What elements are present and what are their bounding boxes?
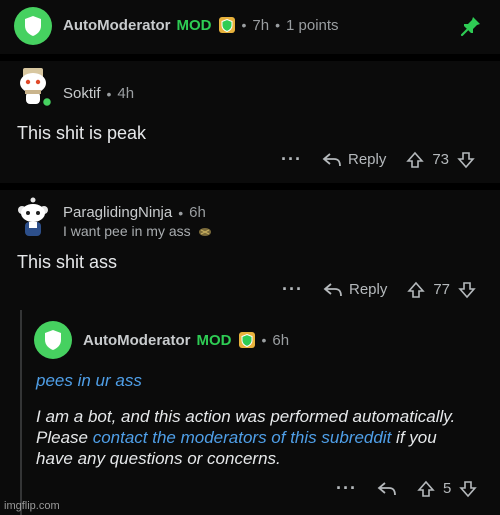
timestamp: 6h <box>272 331 290 349</box>
downvote-button[interactable] <box>459 480 478 498</box>
username[interactable]: ParaglidingNinja <box>63 204 172 221</box>
more-options-icon[interactable]: ··· <box>282 279 303 300</box>
comment-body: This shit ass <box>17 252 118 272</box>
reply-label: Reply <box>347 151 387 168</box>
mod-badge: MOD <box>196 331 232 349</box>
username[interactable]: Soktif <box>63 85 101 102</box>
comment-meta: Soktif • 4h <box>63 85 134 102</box>
separator-dot: • <box>275 17 280 33</box>
comment-actions: ··· Reply 73 <box>281 149 475 170</box>
separator-dot: • <box>241 17 247 33</box>
timestamp: 4h <box>117 85 135 102</box>
contact-moderators-link[interactable]: contact the moderators of this subreddit <box>93 428 392 447</box>
downvote-button[interactable] <box>457 151 475 169</box>
points-count: 1 points <box>286 16 339 34</box>
reply-arrow-icon <box>322 152 341 166</box>
upvote-icon <box>407 281 426 298</box>
user-avatar[interactable] <box>13 66 53 108</box>
automod-avatar[interactable] <box>14 7 52 45</box>
more-options-icon[interactable]: ··· <box>281 149 302 170</box>
flair-text: I want pee in my ass <box>63 223 191 239</box>
snoo-avatar-icon <box>18 197 48 236</box>
vote-count: 5 <box>442 480 452 497</box>
mod-shield-icon <box>218 17 235 33</box>
username[interactable]: AutoModerator <box>83 332 191 349</box>
reply-button[interactable]: Reply <box>322 151 386 168</box>
separator-dot: • <box>261 332 267 348</box>
shield-icon <box>45 330 61 350</box>
pin-icon[interactable] <box>460 15 482 37</box>
timestamp: 7h <box>252 16 270 34</box>
reply-label: Reply <box>348 281 388 298</box>
automod-pinned-comment: AutoModerator MOD • 7h • 1 points <box>0 0 500 54</box>
downvote-button[interactable] <box>458 281 476 299</box>
comment-meta: ParaglidingNinja • 6h <box>63 204 206 221</box>
upvote-button[interactable] <box>417 480 435 498</box>
separator-dot: • <box>106 85 112 102</box>
automod-avatar[interactable] <box>34 321 72 359</box>
username[interactable]: AutoModerator <box>63 17 171 34</box>
upvote-button[interactable] <box>407 281 426 299</box>
comment-soktif: Soktif • 4h This shit is peak ··· Reply … <box>0 61 500 183</box>
comment-body: This shit is peak <box>17 123 147 143</box>
comment-actions: ··· 5 <box>336 478 478 499</box>
comment-ninja: ParaglidingNinja • 6h I want pee in my a… <box>0 190 500 515</box>
timestamp: 6h <box>189 204 206 221</box>
upvote-button[interactable] <box>406 151 425 169</box>
reply-arrow-icon <box>377 481 396 495</box>
watermark: imgflip.com <box>4 500 60 512</box>
thread-line[interactable] <box>20 310 22 515</box>
comment-body: I am a bot, and this action was performe… <box>36 406 476 469</box>
upvote-icon <box>406 151 425 168</box>
vote-count: 77 <box>433 281 451 298</box>
comment-actions: ··· Reply 77 <box>282 279 476 300</box>
comment-meta: AutoModerator MOD • 6h <box>83 331 289 349</box>
mod-badge: MOD <box>176 16 212 34</box>
comment-body-line: pees in ur ass <box>36 371 142 390</box>
upvote-icon <box>417 480 435 497</box>
comment-meta: AutoModerator MOD • 7h • 1 points <box>63 16 339 34</box>
user-flair: I want pee in my ass <box>63 223 213 239</box>
more-options-icon[interactable]: ··· <box>336 478 357 499</box>
downvote-icon <box>459 480 478 497</box>
user-avatar[interactable] <box>13 197 53 239</box>
vote-count: 73 <box>432 151 450 168</box>
downvote-icon <box>458 281 476 298</box>
mod-shield-icon <box>238 332 255 348</box>
downvote-icon <box>457 151 475 168</box>
separator-dot: • <box>178 204 184 221</box>
reply-arrow-icon <box>323 282 342 296</box>
snoo-avatar-icon <box>20 68 53 108</box>
shield-icon <box>25 16 41 36</box>
flair-emoji-icon <box>198 228 211 236</box>
reply-button[interactable]: Reply <box>323 281 387 298</box>
reply-button[interactable] <box>377 481 397 497</box>
